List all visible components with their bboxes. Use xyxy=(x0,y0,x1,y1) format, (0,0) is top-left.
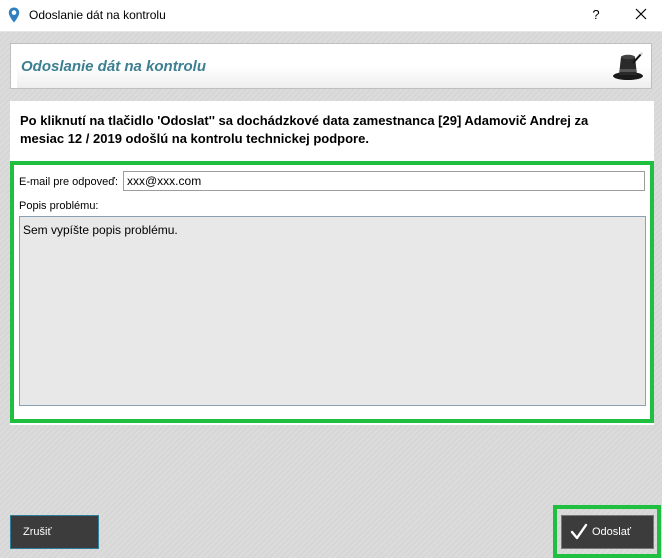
main-panel: Po kliknutí na tlačidlo 'Odoslat'' sa do… xyxy=(10,101,654,425)
magic-hat-icon xyxy=(611,49,645,83)
close-icon xyxy=(635,8,647,20)
location-pin-icon xyxy=(8,7,20,23)
close-button[interactable] xyxy=(625,4,657,26)
description-textarea[interactable]: Sem vypíšte popis problému. xyxy=(19,216,646,406)
description-label: Popis problému: xyxy=(19,200,99,212)
send-button-label: Odoslať xyxy=(592,526,631,538)
window-title: Odoslanie dát na kontrolu xyxy=(29,8,166,22)
info-line-2: mesiac 12 / 2019 odošlú na kontrolu tech… xyxy=(20,131,369,146)
page-title: Odoslanie dát na kontrolu xyxy=(21,58,207,75)
info-text: Po kliknutí na tlačidlo 'Odoslat'' sa do… xyxy=(20,112,640,148)
header-banner: Odoslanie dát na kontrolu xyxy=(10,43,652,89)
info-line-1: Po kliknutí na tlačidlo 'Odoslat'' sa do… xyxy=(20,113,589,128)
email-field[interactable] xyxy=(123,171,645,191)
send-button[interactable]: Odoslať xyxy=(561,515,654,549)
email-label: E-mail pre odpoveď: xyxy=(19,176,119,188)
cancel-button[interactable]: Zrušiť xyxy=(10,515,99,549)
form-highlight-frame: E-mail pre odpoveď: Popis problému: Sem … xyxy=(10,161,654,423)
help-button[interactable]: ? xyxy=(580,4,612,26)
title-bar: Odoslanie dát na kontrolu ? xyxy=(0,0,662,32)
checkmark-icon xyxy=(570,523,588,544)
